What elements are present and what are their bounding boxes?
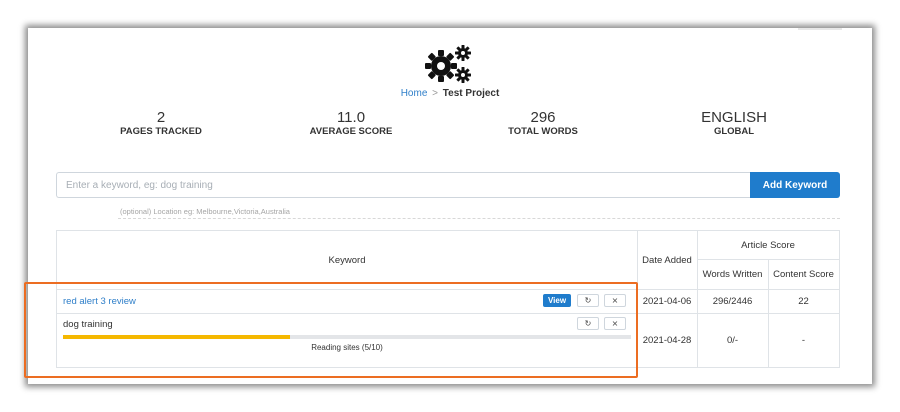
content-score-cell: 22	[798, 295, 809, 307]
app-frame: Home > Test Project 2 PAGES TRACKED 11.0…	[28, 28, 872, 384]
add-keyword-button[interactable]: Add Keyword	[750, 172, 840, 198]
words-written-cell: 296/2446	[712, 295, 753, 307]
stat-value: 2	[156, 109, 166, 126]
date-added-cell: 2021-04-28	[642, 334, 692, 346]
stat-label: AVERAGE SCORE	[309, 126, 393, 137]
keyword-input[interactable]	[56, 172, 750, 198]
stat-value: ENGLISH	[701, 109, 767, 126]
stat-total-words: 296 TOTAL WORDS	[463, 110, 623, 138]
gears-logo-icon	[425, 45, 471, 83]
breadcrumb-separator: >	[432, 88, 439, 99]
location-input[interactable]	[118, 205, 840, 219]
close-icon[interactable]: ×	[604, 317, 626, 330]
header-words-written: Words Written	[702, 268, 763, 280]
words-written-cell: 0/-	[726, 334, 739, 346]
header-keyword: Keyword	[328, 254, 366, 266]
stat-value: 11.0	[336, 109, 366, 126]
stat-language: ENGLISH GLOBAL	[654, 110, 814, 138]
stat-value: 296	[530, 109, 556, 126]
content-score-cell: -	[801, 334, 806, 346]
stat-label: GLOBAL	[713, 126, 755, 137]
top-edge-line	[798, 28, 842, 30]
breadcrumb: Home > Test Project	[28, 88, 872, 99]
refresh-icon[interactable]: ↻	[577, 294, 599, 307]
stat-label: TOTAL WORDS	[508, 126, 578, 137]
progress-status-text: Reading sites (5/10)	[311, 343, 383, 352]
header-content-score: Content Score	[773, 268, 834, 280]
stat-label: PAGES TRACKED	[120, 126, 202, 137]
keyword-table: Keyword Date Added Article Score Words W…	[56, 230, 840, 368]
date-added-cell: 2021-04-06	[642, 295, 692, 307]
stat-average-score: 11.0 AVERAGE SCORE	[271, 110, 431, 138]
keyword-text-dog-training: dog training	[63, 318, 113, 330]
breadcrumb-current: Test Project	[442, 88, 500, 99]
header-date-added: Date Added	[642, 254, 692, 266]
close-icon[interactable]: ×	[604, 294, 626, 307]
view-button[interactable]: View	[543, 294, 571, 307]
refresh-icon[interactable]: ↻	[577, 317, 599, 330]
progress-bar-fill	[63, 335, 291, 339]
breadcrumb-home-link[interactable]: Home	[401, 88, 428, 99]
keyword-link-red-alert[interactable]: red alert 3 review	[63, 289, 136, 313]
progress-bar	[63, 335, 631, 339]
stat-pages-tracked: 2 PAGES TRACKED	[81, 110, 241, 138]
header-article-score: Article Score	[741, 239, 795, 251]
